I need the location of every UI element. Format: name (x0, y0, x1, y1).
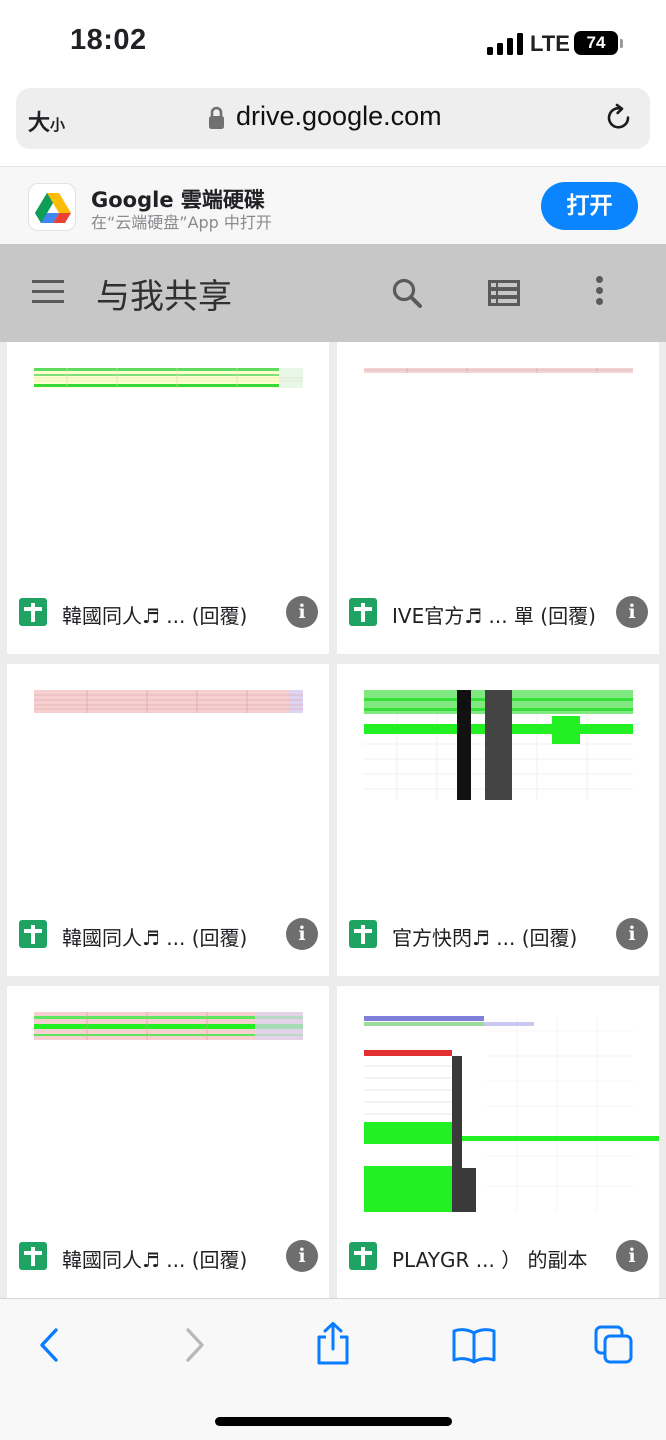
forward-icon[interactable] (174, 1325, 214, 1365)
file-card[interactable]: IVE官方♬ ... 單 (回覆) i (337, 342, 659, 654)
file-name: IVE官方♬ ... 單 (回覆) (392, 604, 596, 628)
text-size-button[interactable]: 大小 (28, 105, 65, 137)
google-sheets-icon (19, 1242, 47, 1270)
home-indicator (215, 1417, 452, 1426)
file-thumbnail (364, 690, 633, 800)
file-thumbnail (364, 368, 633, 373)
menu-icon[interactable] (32, 280, 64, 304)
file-name: 韓國同人♬ ... (回覆) (62, 1248, 248, 1272)
file-card[interactable]: 韓國同人♬ ... (回覆) i (7, 664, 329, 976)
google-sheets-icon (349, 598, 377, 626)
file-card[interactable]: PLAYGR ... ） 的副本 i (337, 986, 659, 1298)
file-thumbnail (364, 1016, 659, 1212)
info-icon[interactable]: i (616, 918, 648, 950)
tabs-icon[interactable] (594, 1325, 634, 1365)
file-name: 韓國同人♬ ... (回覆) (62, 604, 248, 628)
info-icon[interactable]: i (286, 1240, 318, 1272)
drive-header: 与我共享 (0, 244, 666, 342)
file-card-footer: IVE官方♬ ... 單 (回覆) i (337, 578, 659, 654)
file-thumbnail (34, 690, 303, 713)
google-sheets-icon (19, 598, 47, 626)
file-card[interactable]: 韓國同人♬ ... (回覆) i (7, 342, 329, 654)
google-sheets-icon (19, 920, 47, 948)
file-thumbnail (34, 1012, 303, 1040)
file-card[interactable]: 韓國同人♬ ... (回覆) i (7, 986, 329, 1298)
file-name: PLAYGR ... ） 的副本 (392, 1248, 588, 1272)
browser-toolbar (0, 1298, 666, 1440)
google-drive-logo-icon (28, 183, 76, 231)
share-icon[interactable] (313, 1321, 353, 1367)
file-card[interactable]: 官方快閃♬ ... (回覆) i (337, 664, 659, 976)
file-card-footer: 韓國同人♬ ... (回覆) i (7, 900, 329, 976)
search-icon[interactable] (391, 277, 423, 309)
app-banner: Google 雲端硬碟 在“云端硬盘”App 中打开 打开 (0, 166, 666, 244)
back-icon[interactable] (30, 1325, 70, 1365)
google-sheets-icon (349, 920, 377, 948)
battery-icon: 74 (574, 31, 618, 55)
open-in-app-button[interactable]: 打开 (541, 182, 638, 230)
file-card-footer: PLAYGR ... ） 的副本 i (337, 1222, 659, 1298)
more-options-icon[interactable] (592, 276, 606, 310)
file-thumbnail (34, 368, 303, 388)
status-bar: 18:02 LTE 74 (0, 0, 666, 80)
status-time: 18:02 (70, 24, 147, 56)
file-name: 韓國同人♬ ... (回覆) (62, 926, 248, 950)
file-card-footer: 韓國同人♬ ... (回覆) i (7, 1222, 329, 1298)
file-name: 官方快閃♬ ... (回覆) (392, 926, 578, 950)
file-card-footer: 韓國同人♬ ... (回覆) i (7, 578, 329, 654)
file-card-footer: 官方快閃♬ ... (回覆) i (337, 900, 659, 976)
lock-icon (209, 106, 224, 129)
info-icon[interactable]: i (616, 1240, 648, 1272)
battery-tip (620, 39, 623, 48)
browser-url-area: 大小 drive.google.com (0, 80, 666, 166)
url-text: drive.google.com (236, 101, 442, 131)
address-bar[interactable]: 大小 drive.google.com (16, 88, 650, 149)
signal-icon (487, 33, 523, 55)
file-grid: 韓國同人♬ ... (回覆) i IVE官方♬ ... 單 (回覆) i 韓國同… (0, 342, 666, 1298)
info-icon[interactable]: i (286, 596, 318, 628)
bookmarks-icon[interactable] (451, 1325, 497, 1365)
info-icon[interactable]: i (286, 918, 318, 950)
network-type: LTE (530, 31, 570, 56)
banner-subtitle: 在“云端硬盘”App 中打开 (91, 213, 272, 232)
page-title: 与我共享 (96, 277, 232, 317)
google-sheets-icon (349, 1242, 377, 1270)
list-view-icon[interactable] (488, 280, 520, 306)
info-icon[interactable]: i (616, 596, 648, 628)
reload-icon[interactable] (604, 103, 634, 133)
